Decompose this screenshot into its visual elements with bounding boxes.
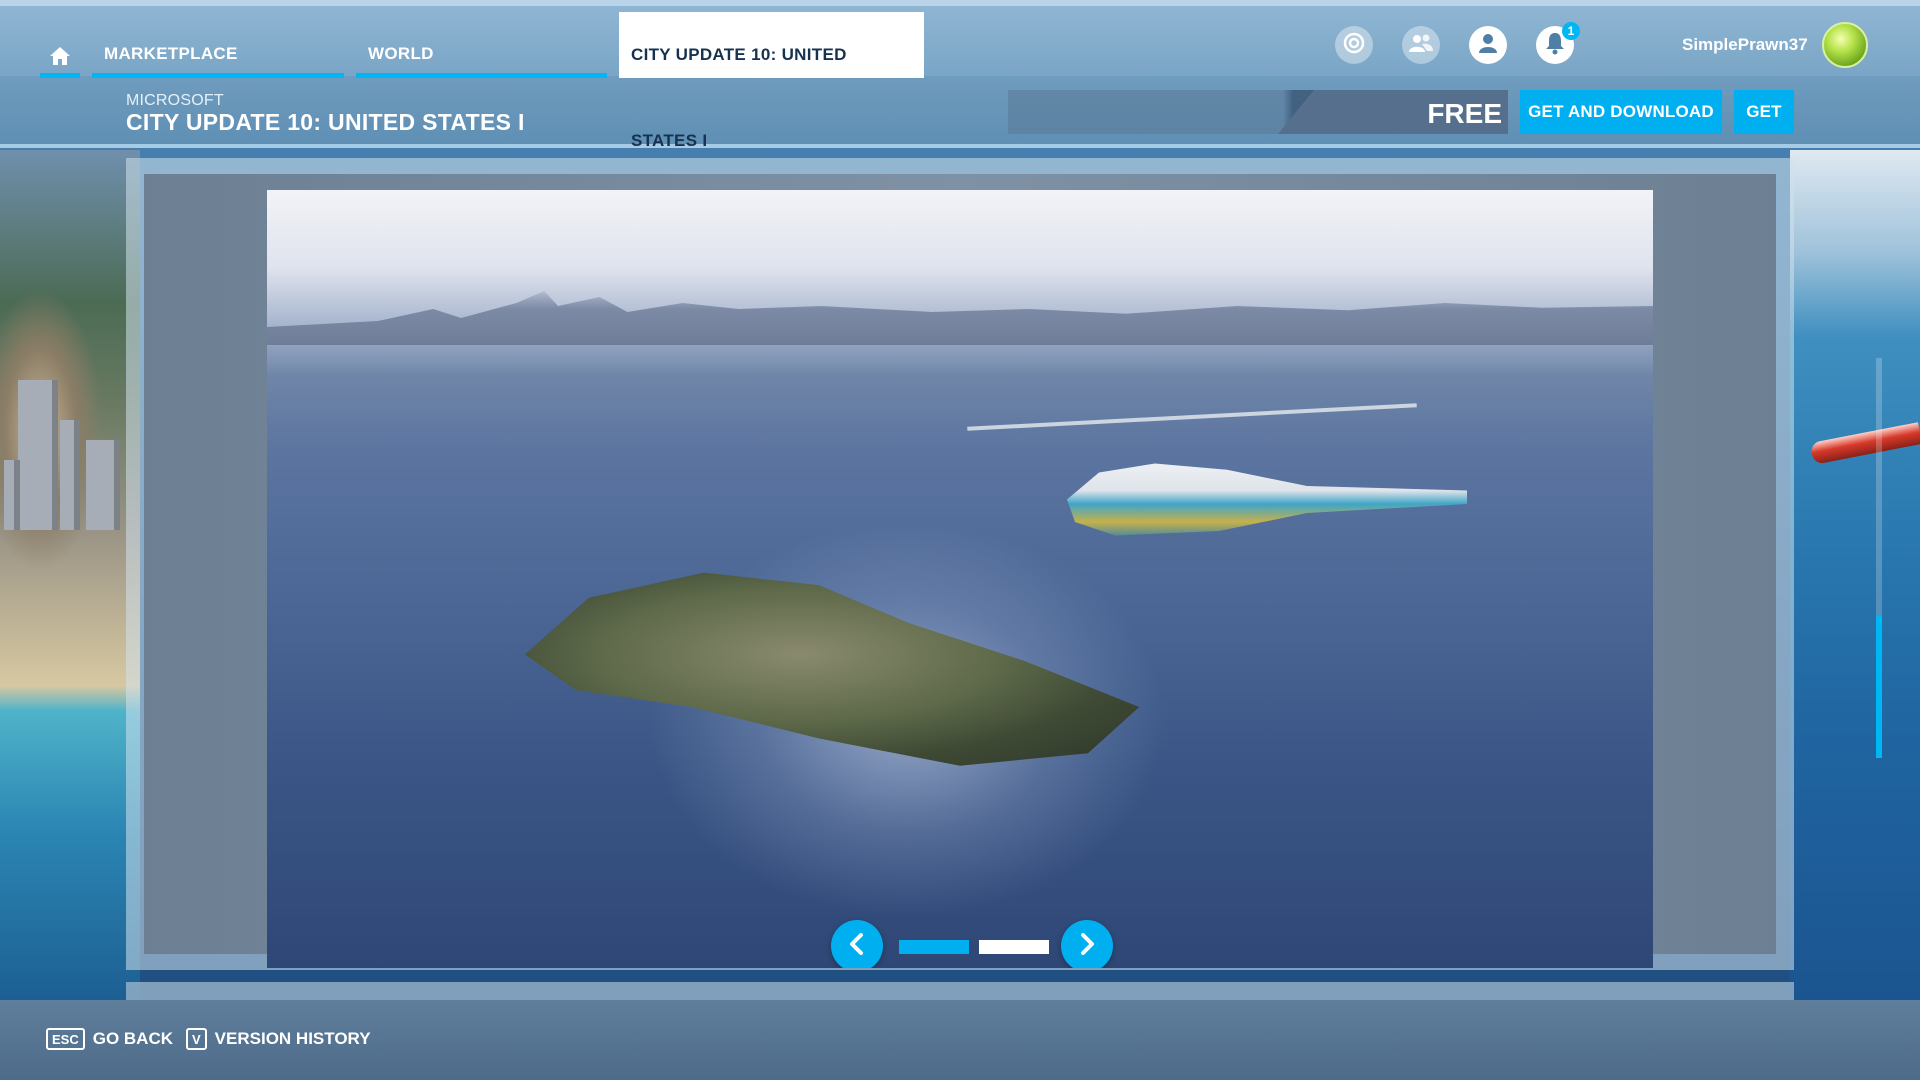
version-history-button[interactable]: V VERSION HISTORY — [186, 1028, 371, 1050]
footer-bar: ESC GO BACK V VERSION HISTORY — [0, 1000, 1920, 1080]
esc-key-icon: ESC — [46, 1028, 85, 1050]
background-right-ocean — [1790, 150, 1920, 1000]
activity-icon — [1342, 31, 1366, 60]
tab-marketplace[interactable]: MARKETPLACE — [92, 40, 344, 78]
activity-button[interactable] — [1335, 26, 1373, 64]
tab-world[interactable]: WORLD — [356, 40, 607, 78]
screenshot-gallery — [126, 158, 1794, 970]
skyline-image-detail — [267, 291, 1653, 345]
gallery-screenshot-image — [267, 190, 1653, 968]
tab-marketplace-indicator — [92, 73, 344, 78]
next-image-button[interactable] — [1061, 920, 1113, 968]
background-left-city — [0, 150, 140, 1000]
helicopter-rotor-image-detail — [967, 403, 1417, 431]
top-navigation-bar: MARKETPLACE WORLD CITY UPDATE 10: UNITED… — [0, 0, 1920, 150]
product-title: CITY UPDATE 10: UNITED STATES I — [126, 109, 525, 135]
publisher-label: MICROSOFT — [126, 92, 224, 109]
username-label[interactable]: SimplePrawn37 — [1682, 35, 1808, 55]
tab-world-label: WORLD — [368, 44, 434, 63]
product-header: MICROSOFT CITY UPDATE 10: UNITED STATES … — [0, 76, 1920, 148]
friends-icon — [1408, 32, 1434, 59]
chevron-left-icon — [847, 932, 867, 960]
go-back-label: GO BACK — [92, 1029, 174, 1048]
carousel-dot-1[interactable] — [899, 940, 969, 954]
gallery-frame — [144, 174, 1776, 968]
v-key-icon: V — [186, 1028, 207, 1050]
go-back-button[interactable]: ESC GO BACK — [46, 1028, 173, 1050]
get-and-download-button[interactable]: GET AND DOWNLOAD — [1520, 90, 1722, 134]
profile-button[interactable] — [1469, 26, 1507, 64]
home-tab-indicator — [40, 73, 80, 78]
version-history-label: VERSION HISTORY — [214, 1029, 371, 1048]
notifications-button[interactable]: 1 — [1536, 22, 1580, 64]
avatar[interactable] — [1822, 22, 1868, 68]
previous-image-button[interactable] — [831, 920, 883, 968]
description-panel-edge — [126, 982, 1794, 1000]
tab-marketplace-label: MARKETPLACE — [104, 44, 238, 63]
page-scrollbar-thumb[interactable] — [1876, 616, 1882, 758]
helicopter-image-detail — [1067, 463, 1467, 536]
home-button[interactable] — [40, 38, 80, 78]
friends-button[interactable] — [1402, 26, 1440, 64]
home-icon — [49, 46, 71, 71]
notification-count-badge: 1 — [1562, 22, 1580, 40]
tab-world-indicator — [356, 73, 607, 78]
profile-icon — [1477, 32, 1499, 59]
carousel-dot-2[interactable] — [979, 940, 1049, 954]
aircraft-wing-image — [1809, 422, 1920, 465]
chevron-right-icon — [1077, 932, 1097, 960]
get-button[interactable]: GET — [1734, 90, 1794, 134]
price-label: FREE — [1427, 98, 1502, 129]
tab-city-update[interactable]: CITY UPDATE 10: UNITED STATES I — [619, 12, 924, 150]
